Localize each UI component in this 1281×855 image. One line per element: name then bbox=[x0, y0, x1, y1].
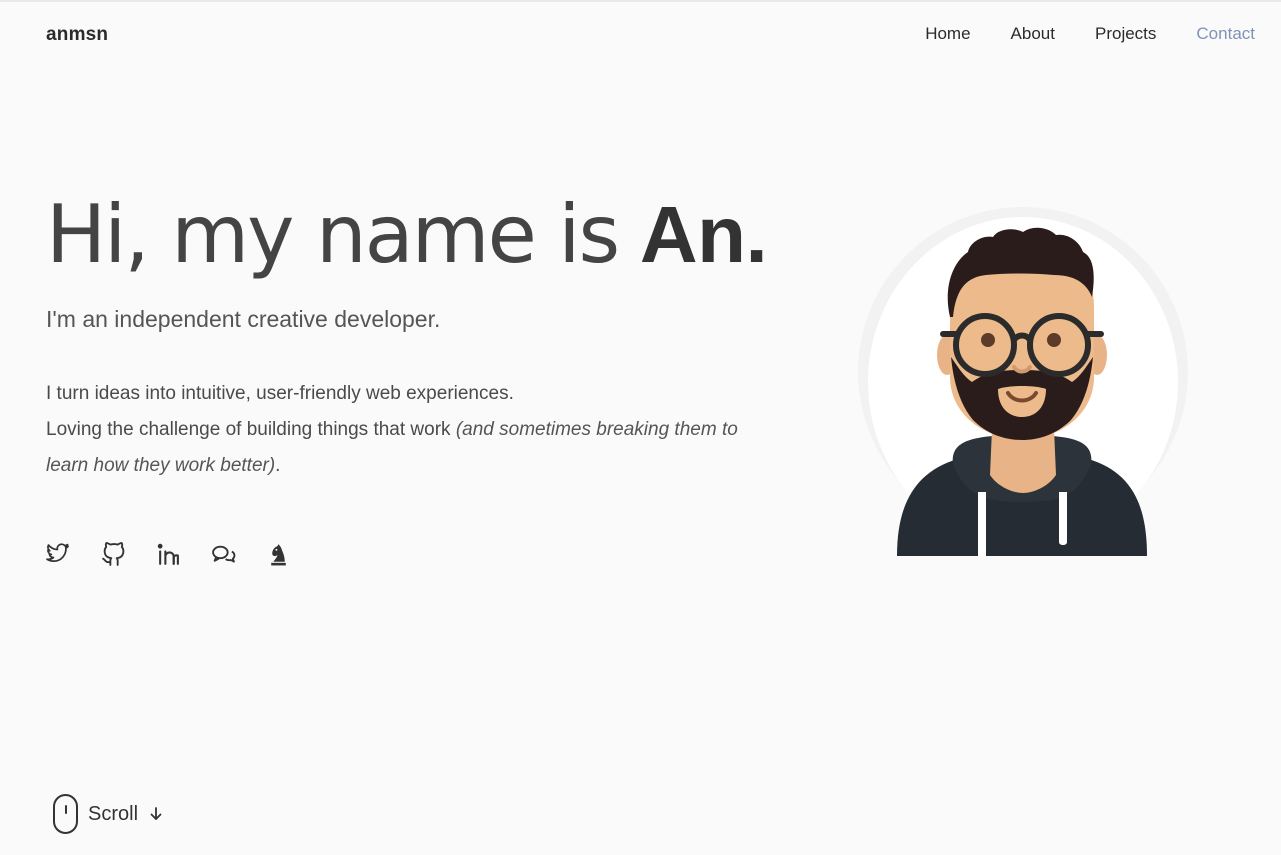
chat-icon bbox=[212, 545, 236, 563]
twitter-link[interactable] bbox=[46, 542, 71, 567]
scroll-label: Scroll bbox=[88, 802, 139, 825]
bio-line-2: Loving the challenge of building things … bbox=[46, 419, 456, 440]
hero-bio: I turn ideas into intuitive, user-friend… bbox=[46, 376, 766, 484]
chess-knight-icon bbox=[271, 544, 286, 566]
top-navbar: anmsn Home About Projects Contact bbox=[0, 2, 1281, 72]
chess-link[interactable] bbox=[266, 542, 291, 567]
greeting-text: Hi, my name is bbox=[46, 188, 620, 281]
main-menu: Home About Projects Contact bbox=[925, 24, 1255, 44]
site-logo[interactable]: anmsn bbox=[46, 24, 108, 46]
arrow-down-icon bbox=[148, 806, 164, 822]
scroll-indicator[interactable]: Scroll bbox=[53, 794, 164, 834]
bio-line-1: I turn ideas into intuitive, user-friend… bbox=[46, 383, 514, 404]
hero-subtitle: I'm an independent creative developer. bbox=[46, 306, 441, 332]
hero-name: An. bbox=[639, 190, 768, 279]
linkedin-link[interactable] bbox=[156, 542, 181, 567]
bio-end: . bbox=[275, 455, 281, 476]
social-links bbox=[46, 542, 291, 567]
nav-about[interactable]: About bbox=[1011, 24, 1055, 44]
nav-contact[interactable]: Contact bbox=[1196, 24, 1255, 44]
hero-heading: Hi, my name is An. bbox=[46, 188, 768, 281]
mouse-icon bbox=[53, 794, 78, 834]
nav-home[interactable]: Home bbox=[925, 24, 970, 44]
github-icon bbox=[102, 542, 125, 566]
avatar-illustration bbox=[897, 227, 1147, 556]
avatar bbox=[858, 207, 1188, 557]
github-link[interactable] bbox=[101, 542, 126, 567]
twitter-icon bbox=[46, 543, 69, 563]
linkedin-icon bbox=[157, 543, 179, 565]
nav-projects[interactable]: Projects bbox=[1095, 24, 1156, 44]
chat-link[interactable] bbox=[211, 542, 236, 567]
